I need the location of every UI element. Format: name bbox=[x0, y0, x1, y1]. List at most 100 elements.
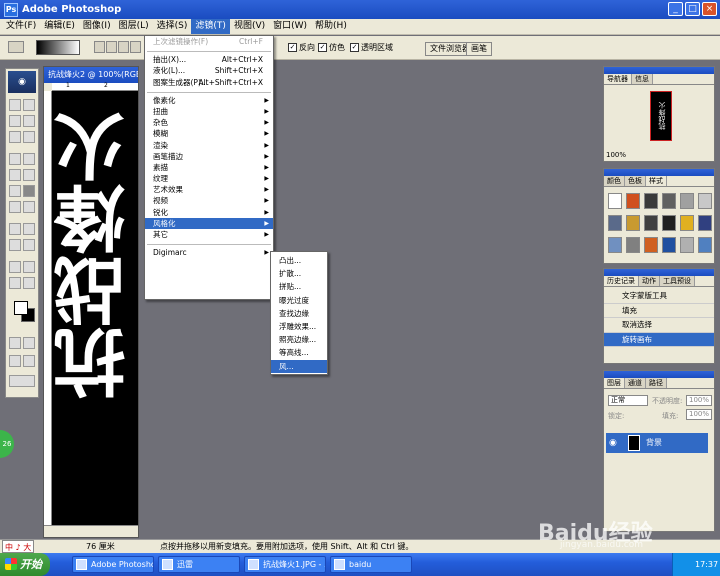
stylize-menu-item[interactable]: 照亮边缘... bbox=[271, 333, 327, 346]
gradient-tool[interactable] bbox=[23, 185, 35, 197]
taskbar-item[interactable]: 抗战烽火1.JPG - ... bbox=[244, 556, 326, 573]
filter-menu-item[interactable]: 风格化 ▶ bbox=[145, 217, 273, 229]
minimize-button[interactable]: _ bbox=[668, 2, 683, 16]
slice-tool[interactable] bbox=[23, 131, 35, 143]
style-swatch[interactable] bbox=[626, 193, 640, 209]
filter-menu-item[interactable]: 素描 ▶ bbox=[145, 162, 273, 173]
menu-filter[interactable]: 滤镜(T) bbox=[191, 19, 230, 34]
filter-menu-item[interactable]: 艺术效果 ▶ bbox=[145, 184, 273, 195]
standard-mode-button[interactable] bbox=[9, 337, 21, 349]
opacity-field[interactable]: 100% bbox=[686, 395, 712, 406]
eye-icon[interactable]: ◉ bbox=[609, 433, 617, 453]
radial-gradient-button[interactable] bbox=[106, 41, 117, 53]
stylize-menu-item[interactable]: 浮雕效果... bbox=[271, 320, 327, 333]
taskbar-item[interactable]: 迅雷 bbox=[158, 556, 240, 573]
move-tool[interactable] bbox=[23, 99, 35, 111]
style-swatch[interactable] bbox=[608, 193, 622, 209]
tab-styles[interactable]: 样式 bbox=[646, 176, 667, 186]
tab-layers[interactable]: 图层 bbox=[604, 378, 625, 388]
history-item[interactable]: 取消选择 bbox=[604, 318, 714, 333]
palette-title-bar[interactable] bbox=[604, 67, 714, 74]
menu-layer[interactable]: 图层(L) bbox=[115, 19, 153, 34]
reverse-option[interactable]: ✓ 反向 bbox=[288, 42, 315, 53]
filter-menu-item[interactable]: 画笔描边 ▶ bbox=[145, 151, 273, 162]
start-button[interactable]: 开始 bbox=[0, 553, 50, 576]
menu-file[interactable]: 文件(F) bbox=[2, 19, 40, 34]
navigator-zoom-value[interactable]: 100% bbox=[606, 151, 626, 159]
tab-navigator[interactable]: 导航器 bbox=[604, 74, 632, 84]
taskbar-item[interactable]: Adobe Photoshop bbox=[72, 556, 154, 573]
filter-menu-item[interactable]: 纹理 ▶ bbox=[145, 173, 273, 184]
eraser-tool[interactable] bbox=[9, 185, 21, 197]
menu-view[interactable]: 视图(V) bbox=[230, 19, 269, 34]
menu-edit[interactable]: 编辑(E) bbox=[40, 19, 79, 34]
tab-channels[interactable]: 通道 bbox=[625, 378, 646, 388]
gradient-picker[interactable] bbox=[36, 40, 80, 55]
angle-gradient-button[interactable] bbox=[118, 41, 129, 53]
path-selection-tool[interactable] bbox=[9, 223, 21, 235]
style-swatch[interactable] bbox=[698, 215, 712, 231]
filter-menu-item[interactable]: 扭曲 ▶ bbox=[145, 106, 273, 117]
style-swatch[interactable] bbox=[626, 237, 640, 253]
filter-menu-item[interactable]: 渲染 ▶ bbox=[145, 140, 273, 151]
style-swatch[interactable] bbox=[662, 237, 676, 253]
style-swatch[interactable] bbox=[662, 215, 676, 231]
tab-swatches[interactable]: 色板 bbox=[625, 176, 646, 186]
filter-menu-item[interactable]: 锐化 ▶ bbox=[145, 207, 273, 218]
blur-tool[interactable] bbox=[9, 201, 21, 213]
style-swatch[interactable] bbox=[644, 237, 658, 253]
crop-tool[interactable] bbox=[9, 131, 21, 143]
style-swatch[interactable] bbox=[680, 215, 694, 231]
screen-mode-standard-button[interactable] bbox=[9, 355, 21, 367]
stylize-menu-item[interactable]: 凸出... bbox=[271, 254, 327, 267]
brushes-tab[interactable]: 画笔 bbox=[466, 42, 492, 56]
style-swatch[interactable] bbox=[644, 193, 658, 209]
filter-menu-item[interactable]: 图案生成器(P)... Alt+Shift+Ctrl+X bbox=[145, 77, 273, 88]
style-swatch[interactable] bbox=[644, 215, 658, 231]
taskbar-item[interactable]: baidu bbox=[330, 556, 412, 573]
lasso-tool[interactable] bbox=[9, 115, 21, 127]
screen-mode-full-button[interactable] bbox=[23, 355, 35, 367]
menu-window[interactable]: 窗口(W) bbox=[269, 19, 311, 34]
dodge-tool[interactable] bbox=[23, 201, 35, 213]
tab-actions[interactable]: 动作 bbox=[639, 276, 660, 286]
side-badge[interactable]: 26 bbox=[0, 430, 14, 458]
menu-help[interactable]: 帮助(H) bbox=[311, 19, 351, 34]
layer-row-background[interactable]: ◉ 背景 bbox=[606, 433, 708, 453]
style-swatch[interactable] bbox=[608, 215, 622, 231]
palette-title-bar[interactable] bbox=[604, 269, 714, 276]
filter-menu-item[interactable]: Digimarc ▶ bbox=[145, 247, 273, 258]
hand-tool[interactable] bbox=[9, 277, 21, 289]
reverse-checkbox[interactable]: ✓ bbox=[288, 43, 297, 52]
image-canvas[interactable]: 抗战烽火 bbox=[52, 91, 138, 525]
close-button[interactable]: × bbox=[702, 2, 717, 16]
type-tool[interactable] bbox=[23, 223, 35, 235]
magic-wand-tool[interactable] bbox=[23, 115, 35, 127]
notes-tool[interactable] bbox=[9, 261, 21, 273]
history-brush-tool[interactable] bbox=[23, 169, 35, 181]
clone-stamp-tool[interactable] bbox=[9, 169, 21, 181]
filter-menu-item[interactable]: 其它 ▶ bbox=[145, 229, 273, 240]
ime-toolbar[interactable]: 中 ♪ 大 bbox=[2, 540, 35, 553]
brush-tool[interactable] bbox=[23, 153, 35, 165]
shape-tool[interactable] bbox=[23, 239, 35, 251]
quick-mask-button[interactable] bbox=[23, 337, 35, 349]
blend-mode-select[interactable]: 正常 bbox=[608, 395, 648, 406]
tab-info[interactable]: 信息 bbox=[632, 74, 653, 84]
filter-menu-item[interactable]: 杂色 ▶ bbox=[145, 117, 273, 128]
tab-paths[interactable]: 路径 bbox=[646, 378, 667, 388]
palette-title-bar[interactable] bbox=[604, 169, 714, 176]
tab-history[interactable]: 历史记录 bbox=[604, 276, 639, 286]
navigator-thumbnail[interactable]: 抗战烽火 bbox=[650, 91, 672, 141]
stylize-menu-item[interactable]: 扩散... bbox=[271, 267, 327, 280]
jump-to-imageready-button[interactable] bbox=[9, 375, 35, 387]
menu-select[interactable]: 选择(S) bbox=[153, 19, 192, 34]
style-swatch[interactable] bbox=[662, 193, 676, 209]
dither-checkbox[interactable]: ✓ bbox=[318, 43, 327, 52]
stylize-menu-item[interactable]: 等高线... bbox=[271, 346, 327, 359]
maximize-button[interactable]: □ bbox=[685, 2, 700, 16]
menu-image[interactable]: 图像(I) bbox=[79, 19, 115, 34]
filter-menu-item[interactable]: 像素化 ▶ bbox=[145, 95, 273, 106]
stylize-menu-item[interactable]: 拼贴... bbox=[271, 280, 327, 293]
stylize-menu-item[interactable]: 风... bbox=[271, 359, 327, 373]
